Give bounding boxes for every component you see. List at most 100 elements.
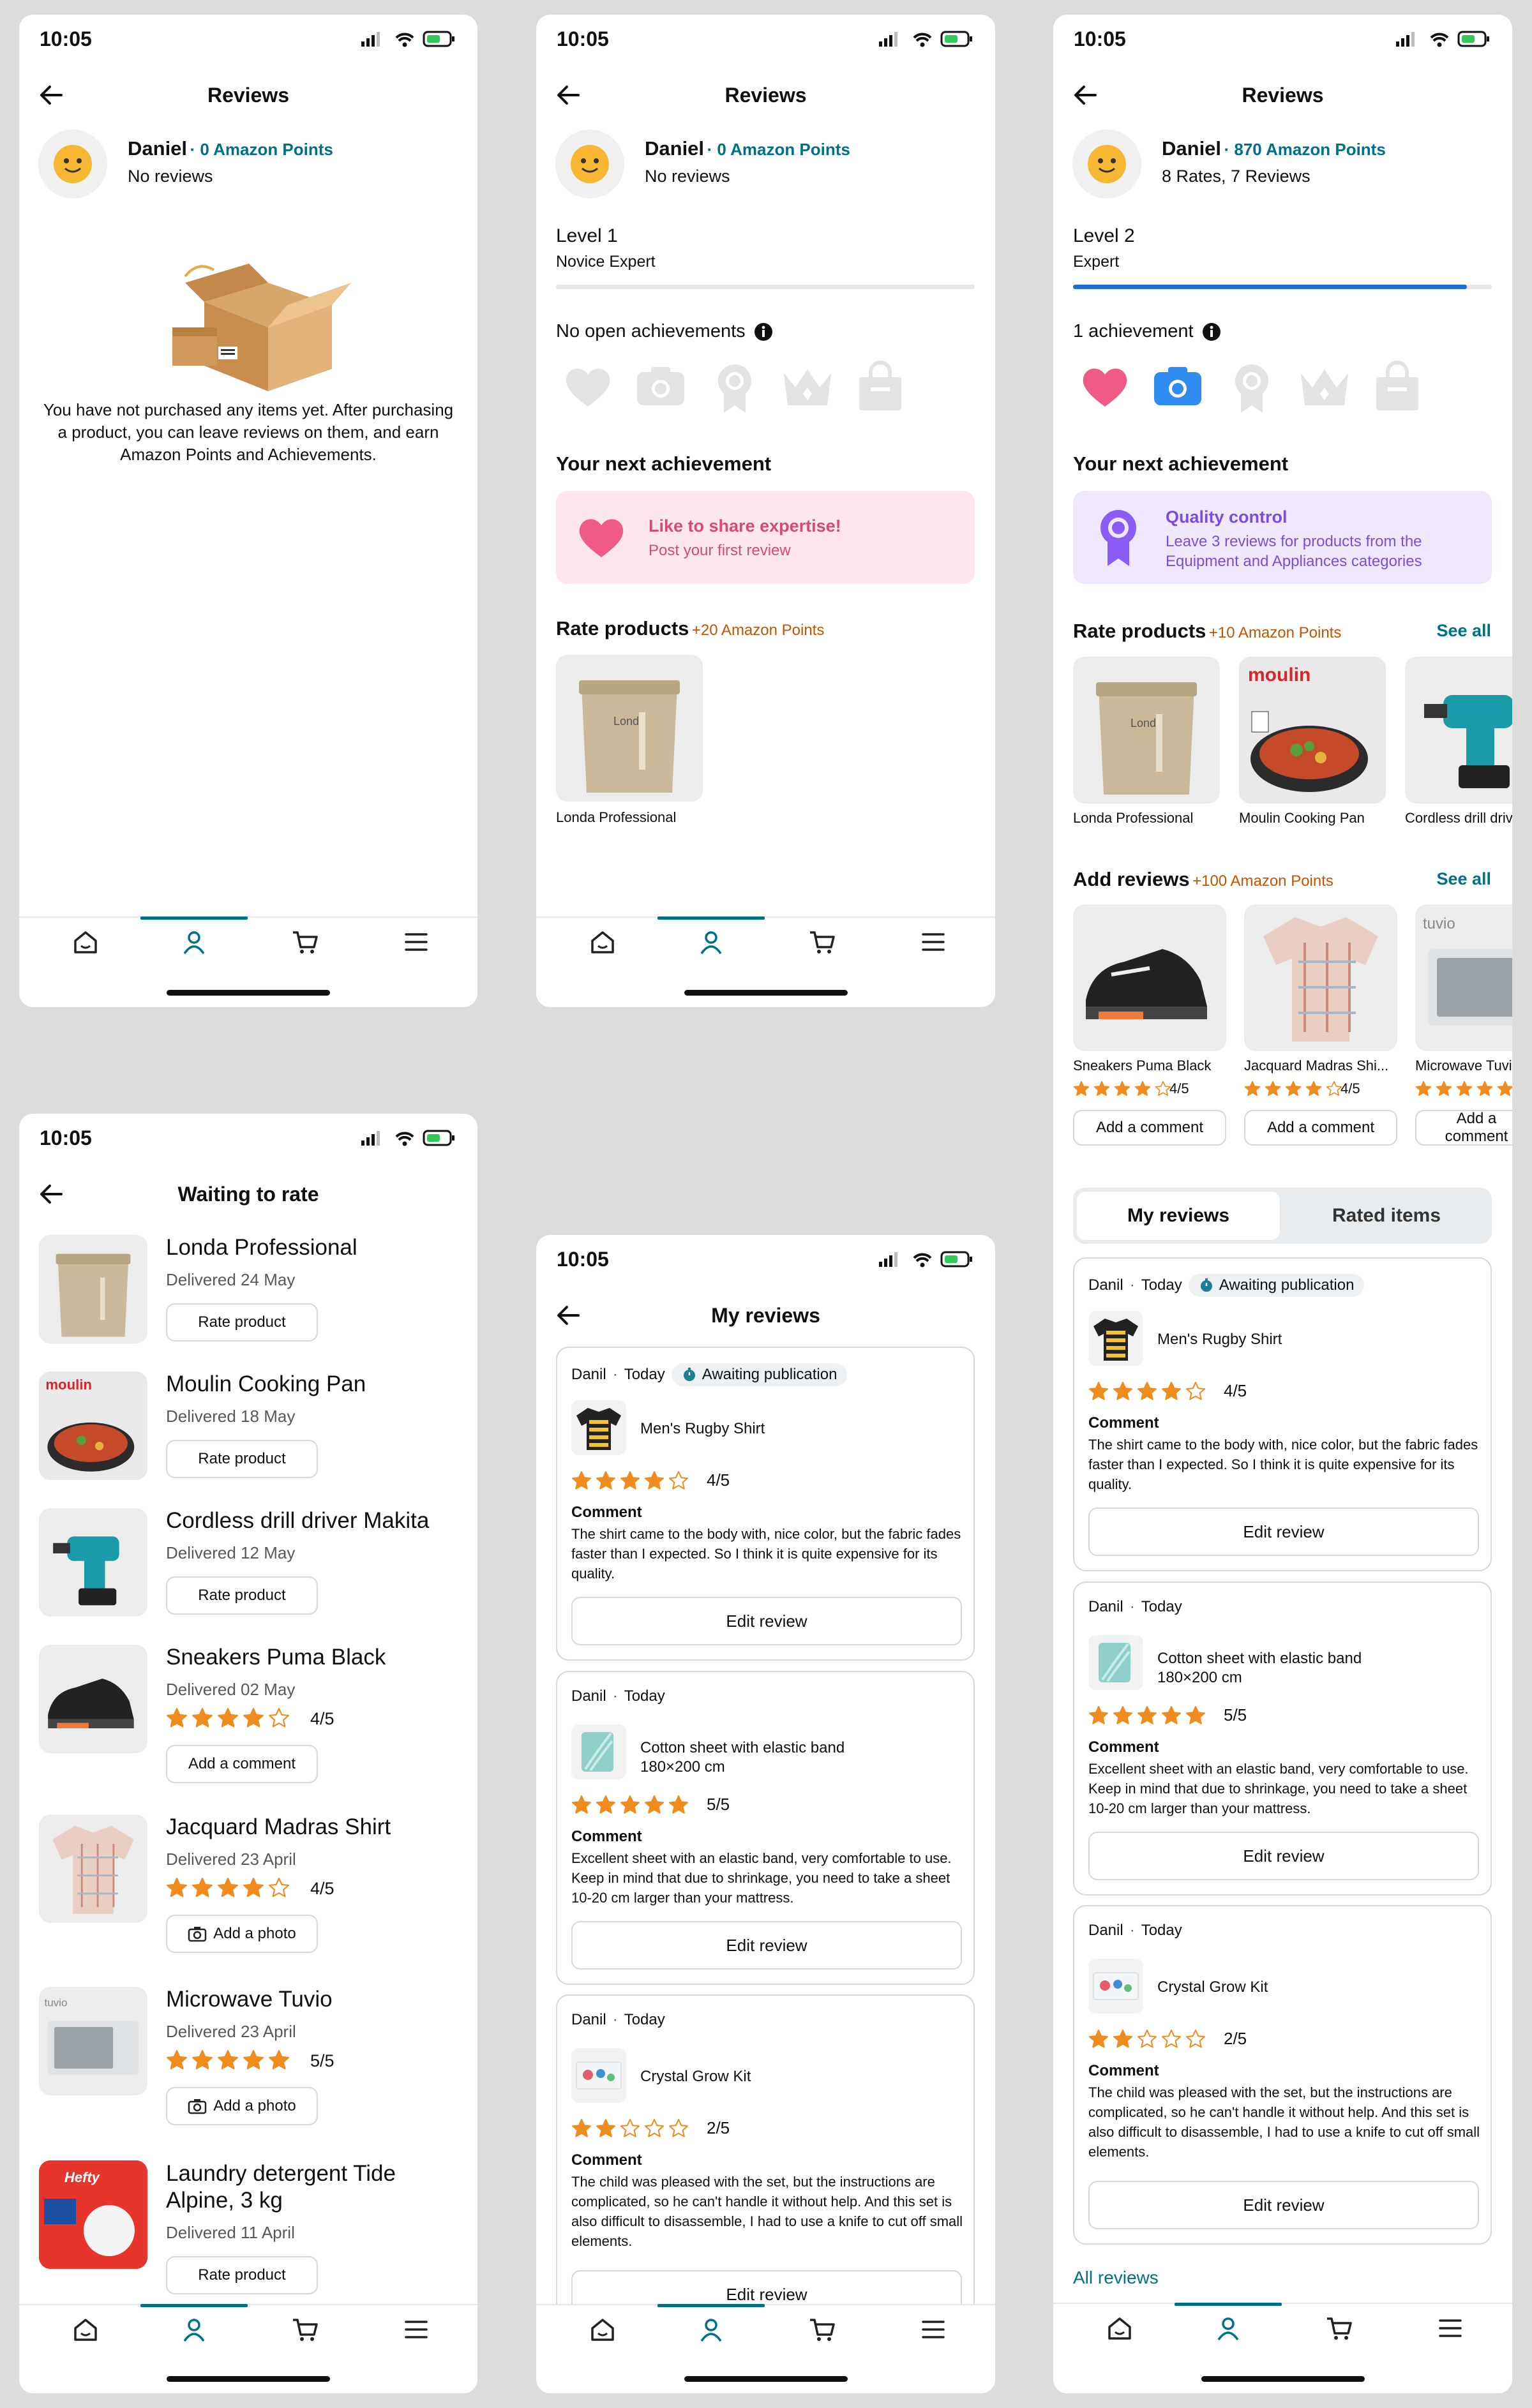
review-product[interactable]: Cotton sheet with elastic band 180×200 c… (640, 1739, 845, 1777)
account-icon[interactable] (696, 2314, 726, 2345)
heart-achievement-icon[interactable] (1078, 359, 1132, 414)
home-icon[interactable] (587, 927, 618, 957)
camera-achievement-icon[interactable] (1150, 359, 1205, 414)
product-image-moulin[interactable]: moulin (1239, 657, 1386, 804)
all-reviews-link[interactable]: All reviews (1073, 2268, 1159, 2288)
add-comment-button[interactable]: Add a comment (166, 1745, 318, 1783)
edit-review-button[interactable]: Edit review (1088, 2181, 1479, 2229)
rate-product-button[interactable]: Rate product (166, 1440, 318, 1478)
crown-achievement-icon[interactable] (780, 359, 835, 414)
rate-product-button[interactable]: Rate product (166, 1576, 318, 1615)
product-thumbnail[interactable] (1088, 1959, 1143, 2014)
edit-review-button[interactable]: Edit review (1088, 1507, 1479, 1556)
avatar[interactable] (555, 130, 624, 198)
review-product[interactable]: Men's Rugby Shirt (640, 1419, 765, 1439)
product-title[interactable]: Londa Professional (556, 809, 676, 826)
tab-my-reviews[interactable]: My reviews (1077, 1192, 1280, 1240)
info-icon[interactable] (753, 322, 774, 342)
next-achievement-card[interactable]: Quality control Leave 3 reviews for prod… (1073, 491, 1492, 584)
shopping-bag-achievement-icon[interactable] (1370, 359, 1425, 414)
cart-icon[interactable] (290, 2314, 320, 2345)
product-image-shirt[interactable] (39, 1814, 147, 1923)
home-icon[interactable] (70, 927, 101, 957)
product-image-microwave[interactable]: tuvio (1415, 904, 1512, 1051)
rating-stars[interactable] (166, 2049, 290, 2071)
add-comment-button[interactable]: Add a comment (1415, 1110, 1512, 1146)
add-photo-button[interactable]: Add a photo (166, 2087, 318, 2125)
medal-achievement-icon[interactable] (707, 359, 762, 414)
edit-review-button[interactable]: Edit review (1088, 1832, 1479, 1880)
home-icon[interactable] (1104, 2313, 1135, 2344)
see-all-reviews-link[interactable]: See all (1436, 869, 1491, 889)
user-points[interactable]: 0 Amazon Points (717, 140, 850, 159)
heart-achievement-icon[interactable] (560, 359, 615, 414)
product-title[interactable]: Londa Professional (1073, 810, 1220, 826)
item-name[interactable]: Londa Professional (166, 1235, 357, 1260)
avatar[interactable] (38, 130, 107, 198)
product-image-detergent[interactable]: Hefty (39, 2160, 147, 2269)
shopping-bag-achievement-icon[interactable] (853, 359, 908, 414)
add-comment-button[interactable]: Add a comment (1073, 1110, 1226, 1146)
rating-stars[interactable] (166, 1877, 290, 1899)
medal-achievement-icon[interactable] (1224, 359, 1279, 414)
home-icon[interactable] (587, 2314, 618, 2345)
product-image-moulin[interactable]: moulin (39, 1372, 147, 1480)
home-icon[interactable] (70, 2314, 101, 2345)
rating-stars[interactable] (166, 1707, 290, 1729)
product-thumbnail[interactable] (571, 2048, 626, 2103)
review-product[interactable]: Men's Rugby Shirt (1157, 1330, 1282, 1349)
product-image-londa[interactable]: Londa (556, 655, 703, 802)
see-all-rate-link[interactable]: See all (1436, 621, 1491, 641)
product-image-sneakers[interactable] (1073, 904, 1226, 1051)
account-icon[interactable] (696, 927, 726, 957)
product-title[interactable]: Microwave Tuvio (1415, 1058, 1512, 1074)
rate-product-button[interactable]: Rate product (166, 1303, 318, 1342)
edit-review-button[interactable]: Edit review (571, 1921, 962, 1970)
add-photo-button[interactable]: Add a photo (166, 1915, 318, 1953)
review-product[interactable]: Crystal Grow Kit (1157, 1978, 1268, 1997)
product-image-londa[interactable] (39, 1235, 147, 1343)
add-comment-button[interactable]: Add a comment (1244, 1110, 1397, 1146)
product-image-drill[interactable] (1405, 657, 1512, 804)
edit-review-button[interactable]: Edit review (571, 1597, 962, 1645)
account-icon[interactable] (1213, 2313, 1243, 2344)
product-thumbnail[interactable] (571, 1400, 626, 1455)
item-name[interactable]: Jacquard Madras Shirt (166, 1814, 391, 1840)
camera-achievement-icon[interactable] (633, 359, 688, 414)
info-icon[interactable] (1201, 322, 1222, 342)
product-title[interactable]: Sneakers Puma Black (1073, 1058, 1226, 1074)
product-title[interactable]: Moulin Cooking Pan (1239, 810, 1386, 826)
avatar[interactable] (1072, 130, 1141, 198)
cart-icon[interactable] (1324, 2313, 1355, 2344)
crown-achievement-icon[interactable] (1297, 359, 1352, 414)
account-icon[interactable] (179, 2314, 209, 2345)
menu-icon[interactable] (401, 927, 432, 957)
product-image-shirt[interactable] (1244, 904, 1397, 1051)
review-product[interactable]: Crystal Grow Kit (640, 2067, 751, 2086)
cart-icon[interactable] (807, 927, 837, 957)
item-name[interactable]: Microwave Tuvio (166, 1987, 333, 2012)
menu-icon[interactable] (918, 2314, 949, 2345)
menu-icon[interactable] (401, 2314, 432, 2345)
item-name[interactable]: Sneakers Puma Black (166, 1645, 386, 1670)
user-points[interactable]: 870 Amazon Points (1234, 140, 1385, 159)
account-icon[interactable] (179, 927, 209, 957)
menu-icon[interactable] (918, 927, 949, 957)
rate-product-button[interactable]: Rate product (166, 2256, 318, 2294)
next-achievement-card[interactable]: Like to share expertise! Post your first… (556, 491, 975, 584)
cart-icon[interactable] (290, 927, 320, 957)
review-product[interactable]: Cotton sheet with elastic band 180×200 c… (1157, 1649, 1362, 1687)
product-thumbnail[interactable] (571, 1724, 626, 1779)
cart-icon[interactable] (807, 2314, 837, 2345)
product-image-londa[interactable]: Londa (1073, 657, 1220, 804)
product-thumbnail[interactable] (1088, 1311, 1143, 1366)
item-name[interactable]: Cordless drill driver Makita (166, 1508, 429, 1534)
product-image-microwave[interactable]: tuvio (39, 1987, 147, 2095)
product-title[interactable]: Cordless drill driver Makita (1405, 810, 1512, 826)
product-thumbnail[interactable] (1088, 1635, 1143, 1690)
item-name[interactable]: Laundry detergent Tide Alpine, 3 kg (166, 2160, 447, 2214)
item-name[interactable]: Moulin Cooking Pan (166, 1372, 366, 1397)
product-image-drill[interactable] (39, 1508, 147, 1617)
product-title[interactable]: Jacquard Madras Shi... (1244, 1058, 1397, 1074)
product-image-sneakers[interactable] (39, 1645, 147, 1753)
